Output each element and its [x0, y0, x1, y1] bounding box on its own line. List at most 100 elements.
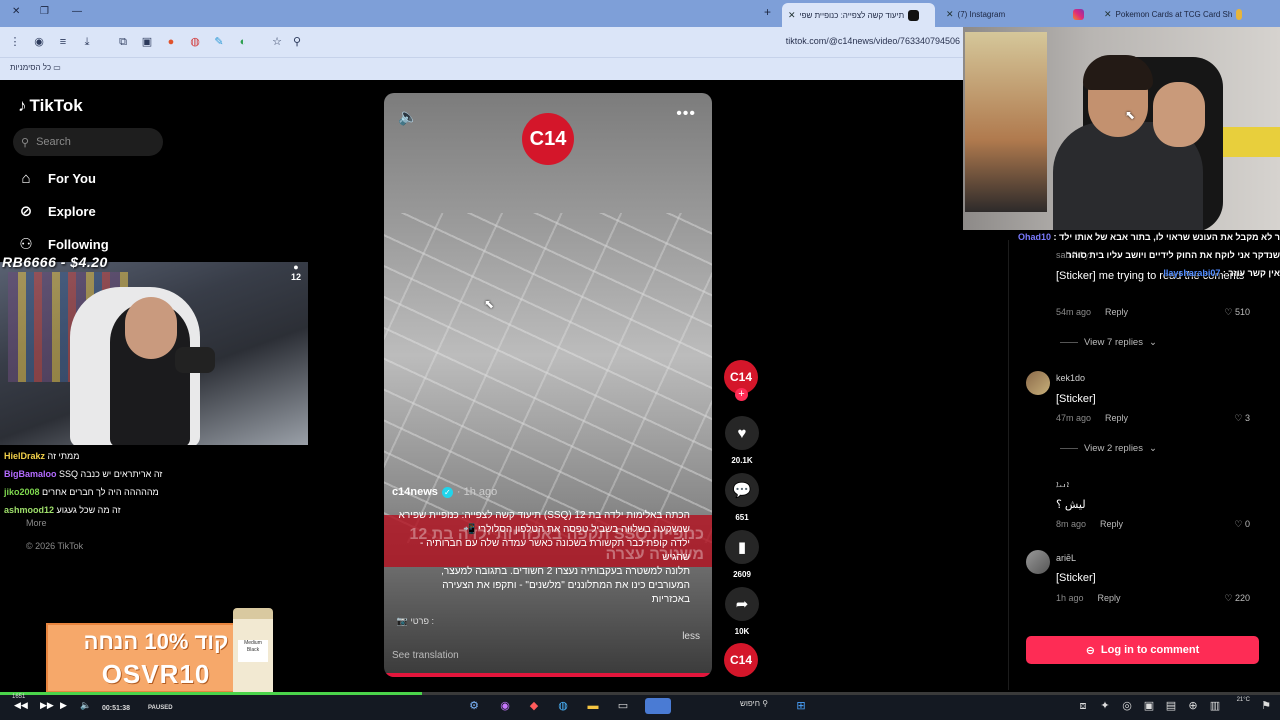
notification-icon[interactable]: ⚑ — [1258, 698, 1274, 714]
see-translation-link[interactable]: See translation — [392, 650, 459, 661]
menu-dots-icon[interactable]: ⋮ — [8, 35, 22, 49]
tiktok-logo[interactable]: ♪ TikTok — [18, 96, 83, 116]
save-button[interactable]: ▮ 2609 — [722, 530, 762, 579]
site-search-icon[interactable]: ⚲ — [290, 35, 304, 49]
video-player[interactable]: 🔈 ••• C14 כנופיית SSQ תקפה באכזריות ילדה… — [384, 93, 712, 677]
extension-icon[interactable]: ● — [164, 35, 178, 49]
share-button[interactable]: ➦ 10K — [722, 587, 762, 636]
view-replies-button[interactable]: View 7 replies ⌄ — [1060, 337, 1157, 348]
nav-for-you[interactable]: ⌂ For You — [16, 170, 95, 187]
nav-following[interactable]: ⚇ Following — [16, 235, 108, 253]
bookmark-star-icon[interactable]: ☆ — [270, 35, 284, 49]
music-disc[interactable]: C14 — [724, 643, 758, 677]
steam-icon[interactable]: ⚙ — [466, 698, 482, 714]
comment-time: 8m ago — [1056, 519, 1087, 529]
follow-plus-icon[interactable]: + — [735, 388, 748, 401]
view-replies-button[interactable]: View 2 replies ⌄ — [1060, 443, 1157, 454]
home-icon: ⌂ — [21, 170, 31, 187]
extension-icon[interactable]: ≡ — [56, 35, 70, 49]
comment-bubble-icon: 💬 — [725, 473, 759, 507]
donation-ticker: RB6666 - $4.20 — [2, 254, 108, 270]
new-tab-icon[interactable]: + — [764, 5, 771, 19]
tiktok-favicon-icon — [908, 9, 920, 21]
extension-icon[interactable]: ✎ — [212, 35, 226, 49]
more-link[interactable]: More — [26, 518, 47, 528]
chat-text: אין קשר עוזר — [1228, 268, 1280, 278]
download-icon[interactable]: ⤓ — [80, 35, 94, 49]
login-to-comment-button[interactable]: ⊖ Log in to comment — [1026, 636, 1259, 664]
close-tab-icon[interactable]: ✕ — [1104, 9, 1112, 20]
discord-icon[interactable]: ◉ — [497, 698, 513, 714]
tab-tiktok-video[interactable]: ✕ תיעוד קשה לצפייה: כנופיית שפי — [782, 3, 935, 27]
comment-like[interactable]: ♡ 3 — [1234, 413, 1250, 424]
comment-author[interactable]: kek1do — [1056, 373, 1085, 383]
tray-icon[interactable]: ✦ — [1097, 698, 1113, 714]
minimize-window-icon[interactable]: — — [72, 6, 82, 17]
rewind-icon[interactable]: ◀◀ — [14, 700, 28, 711]
close-tab-icon[interactable]: ✕ — [946, 9, 954, 20]
caption-line: באכזריות — [651, 594, 690, 605]
close-tab-icon[interactable]: ✕ — [788, 10, 796, 21]
tray-icon[interactable]: ▤ — [1163, 698, 1179, 714]
nav-explore[interactable]: ⊘ Explore — [16, 202, 96, 220]
app-icon[interactable]: ▭ — [615, 698, 631, 714]
reply-button[interactable]: Reply — [1098, 593, 1121, 603]
tab-instagram[interactable]: ✕ (7) Instagram — [940, 4, 1090, 24]
chat-text: שנדקר אני לוקח את החוק לידיים ויושב עליו… — [1066, 250, 1280, 260]
view-replies-label: View 2 replies — [1084, 443, 1143, 454]
extension-icon[interactable]: ◐ — [236, 35, 250, 49]
reply-button[interactable]: Reply — [1100, 519, 1123, 529]
comment-button[interactable]: 💬 651 — [722, 473, 762, 522]
more-options-icon[interactable]: ••• — [676, 105, 696, 123]
search-placeholder: Search — [36, 136, 71, 148]
comment-like[interactable]: ♡ 510 — [1224, 307, 1250, 318]
play-icon[interactable]: ▶ — [60, 700, 67, 711]
video-progress[interactable] — [384, 673, 712, 677]
extension-icon[interactable]: ◉ — [32, 35, 46, 49]
chrome-icon[interactable]: ◍ — [555, 698, 571, 714]
tray-icon[interactable]: ⊕ — [1185, 698, 1201, 714]
comment-like[interactable]: ♡ 0 — [1234, 519, 1250, 530]
app-icon[interactable]: ◆ — [526, 698, 542, 714]
all-bookmarks[interactable]: כל הסימניות ▭ — [10, 63, 61, 72]
compass-icon: ⊘ — [19, 203, 33, 220]
comment-author[interactable]: ariēL — [1056, 553, 1076, 563]
reply-button[interactable]: Reply — [1105, 307, 1128, 317]
less-button[interactable]: less — [682, 631, 700, 642]
tab-label: (7) Instagram — [957, 9, 1006, 19]
folder-icon[interactable]: ▬ — [585, 698, 601, 714]
comment-time: 1h ago — [1056, 593, 1084, 603]
tray-icon[interactable]: ⧈ — [1075, 698, 1091, 714]
stream-chat-right: ר לא מקבל את העונש שראוי לו, בתור אבא של… — [968, 228, 1280, 282]
extension-icon[interactable]: ◍ — [188, 35, 202, 49]
tab-pokemon[interactable]: ✕ Pokemon Cards at TCG Card Sh — [1098, 4, 1248, 24]
weather-temp: 21°C — [1236, 697, 1250, 703]
fast-forward-icon[interactable]: ▶▶ — [40, 700, 54, 711]
extensions-puzzle-icon[interactable]: ⧉ — [116, 35, 130, 49]
tray-icon[interactable]: ◎ — [1119, 698, 1135, 714]
tray-icon[interactable]: ▥ — [1207, 698, 1223, 714]
search-input[interactable]: ⚲ Search — [13, 128, 163, 156]
close-window-icon[interactable]: ✕ — [12, 6, 20, 17]
video-author[interactable]: c14news ✓ · 1h ago — [392, 486, 497, 498]
comment-author[interactable]: ܐܢܝܐ — [1056, 479, 1069, 490]
chat-message: שנדקר אני לוקח את החוק לידיים ויושב עליו… — [968, 246, 1280, 264]
badge-icon: ● — [293, 262, 299, 272]
extension-icon[interactable]: ▣ — [140, 35, 154, 49]
save-count: 2609 — [733, 570, 751, 579]
avatar[interactable] — [1026, 550, 1050, 574]
volume-icon[interactable]: 🔈 — [80, 700, 91, 711]
reply-button[interactable]: Reply — [1105, 413, 1128, 423]
restore-window-icon[interactable]: ❐ — [40, 6, 49, 17]
comment-like[interactable]: ♡ 220 — [1224, 593, 1250, 604]
like-button[interactable]: ♥ 20.1K — [722, 416, 762, 465]
taskbar-search[interactable]: חיפוש ⚲ — [740, 699, 768, 708]
alert-badge: ● 12 — [285, 262, 307, 292]
address-bar[interactable]: tiktok.com/@c14news/video/763340794506 — [786, 36, 960, 46]
tray-icon[interactable]: ▣ — [1141, 698, 1157, 714]
avatar[interactable] — [1026, 371, 1050, 395]
volume-icon[interactable]: 🔈 — [398, 107, 418, 127]
login-button-label: Log in to comment — [1100, 644, 1200, 656]
app-icon[interactable] — [645, 698, 671, 714]
windows-start-icon[interactable]: ⊞ — [793, 698, 809, 714]
